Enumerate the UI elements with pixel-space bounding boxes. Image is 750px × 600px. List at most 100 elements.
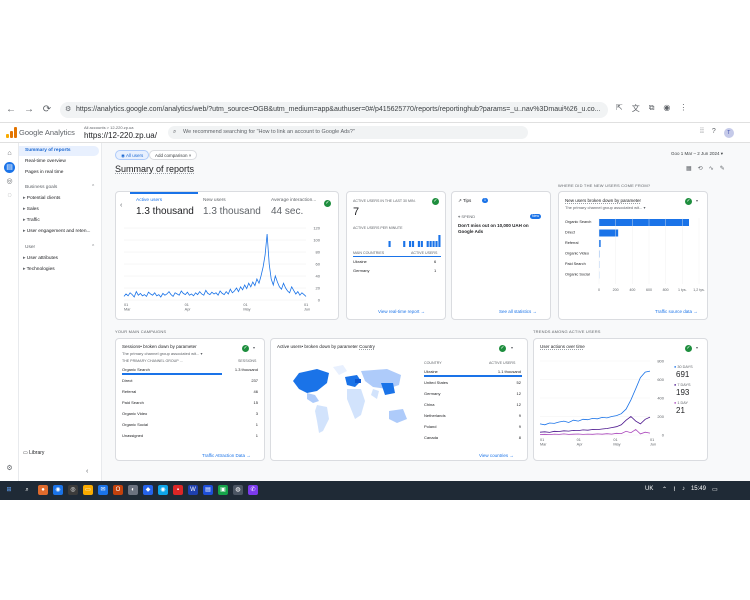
account-breadcrumb[interactable]: All accounts > 12-220.zp.ua [84, 125, 133, 130]
sidebar-item-pages-realtime[interactable]: Pages in real time [19, 168, 99, 178]
collapse-icon[interactable]: ‹ [86, 468, 88, 475]
all-users-chip[interactable]: ◉ All users [115, 150, 150, 160]
see-all-statistics-link[interactable]: See all statistics → [499, 309, 537, 314]
network-icon[interactable]: ⌇ [673, 486, 676, 493]
volume-icon[interactable]: ♪ [682, 486, 685, 493]
x-tick-month: Apr [577, 443, 584, 447]
sidebar-item-user-attributes[interactable]: User attributes [23, 254, 101, 264]
sidebar-item-library[interactable]: ▭ Library [23, 450, 44, 456]
menu-icon[interactable]: ⋮ [679, 103, 687, 114]
customize-icon[interactable]: ▦ [686, 165, 692, 172]
add-comparison-chip[interactable]: Add comparison × [149, 150, 198, 160]
chrome-active-icon[interactable]: ◉ [158, 485, 168, 495]
y-tick-label: 600 [657, 377, 664, 382]
reports-icon[interactable]: ▤ [4, 162, 15, 173]
app-icon[interactable]: ▣ [218, 485, 228, 495]
prev-arrow-icon[interactable]: ‹ [120, 202, 122, 209]
new-users-subtitle[interactable]: The primary channel group associated wit… [565, 205, 646, 210]
campaign-value-cell: 1.3 thousand [234, 367, 258, 372]
apps-icon[interactable]: ⁞⁞ [700, 128, 704, 138]
close-icon: × [188, 153, 192, 158]
help-icon[interactable]: ? [712, 128, 716, 138]
translate-icon[interactable]: 文 [632, 103, 640, 114]
metric-label-active-users[interactable]: Active users [136, 198, 162, 203]
sidebar-section-user[interactable]: User ⌃ [25, 243, 99, 253]
windows-start-icon[interactable]: ⊞ [4, 485, 14, 495]
sidebar-item-potential-clients[interactable]: Potential clients [23, 194, 101, 204]
reload-icon[interactable]: ⟳ [40, 103, 54, 117]
firefox-icon[interactable]: ● [38, 485, 48, 495]
insights-icon[interactable]: ∿ [709, 165, 714, 172]
sidebar-section-business-goals[interactable]: Business goals ⌃ [25, 183, 99, 193]
x-tick-month: May [613, 443, 620, 447]
chrome-icon[interactable]: ◉ [53, 485, 63, 495]
minute-bar [432, 241, 435, 247]
app-icon[interactable]: ◆ [143, 485, 153, 495]
chevron-down-icon[interactable]: ▾ [253, 345, 255, 350]
avatar[interactable]: T [723, 128, 734, 138]
campaign-name-cell: Direct [122, 378, 133, 383]
site-info-icon[interactable]: ⚙ [65, 102, 71, 118]
sidebar-item-traffic[interactable]: Traffic [23, 216, 101, 226]
opera-icon[interactable]: O [113, 485, 123, 495]
app-icon[interactable]: ◎ [68, 485, 78, 495]
col-country-header: COUNTRY [424, 361, 442, 365]
property-selector[interactable]: https://12-220.zp.ua/ [84, 131, 157, 140]
address-bar[interactable]: ⚙ https://analytics.google.com/analytics… [60, 102, 608, 118]
chevron-up-icon: ⌃ [90, 245, 95, 250]
sidebar-item-summary[interactable]: Summary of reports [19, 146, 99, 156]
sidebar-item-user-engagement[interactable]: User engagement and reten... [23, 227, 101, 237]
install-icon[interactable]: ⇱ [616, 103, 623, 114]
chevron-down-icon[interactable]: ▾ [696, 198, 698, 203]
settings-icon[interactable]: ⚙ [4, 463, 15, 474]
minute-bar [388, 241, 391, 247]
home-icon[interactable]: ⌂ [4, 148, 15, 159]
x-tick-month: Mar [540, 443, 547, 447]
profile-icon[interactable]: ◉ [663, 103, 670, 114]
forward-icon[interactable]: → [22, 103, 36, 117]
explore-icon[interactable]: ◎ [4, 176, 15, 187]
metric-value-new-users: 1.3 thousand [203, 206, 261, 217]
chevron-down-icon[interactable]: ▾ [511, 345, 513, 350]
notifications-icon[interactable]: ▭ [712, 486, 718, 493]
metric-label-avg-interaction[interactable]: Average interaction... [271, 198, 316, 203]
view-countries-link[interactable]: View countries → [479, 453, 514, 458]
traffic-attraction-link[interactable]: Traffic Attraction Data → [202, 453, 251, 458]
advertising-icon[interactable]: ◌ [4, 190, 15, 201]
extensions-icon[interactable]: ⧉ [649, 103, 655, 114]
app-icon[interactable]: ▪ [173, 485, 183, 495]
sidebar-item-realtime-overview[interactable]: Real-time overview [19, 157, 99, 167]
back-icon[interactable]: ← [4, 103, 18, 117]
search-input[interactable]: ⌕ We recommend searching for "How to lin… [168, 126, 528, 139]
date-range-picker[interactable]: Goo 1 Mar – 2 Jun 2024 ▾ [671, 151, 723, 157]
campaigns-subtitle[interactable]: The primary channel group associated wit… [122, 351, 203, 356]
col-sessions-header: SESSIONS [238, 359, 257, 363]
app-icon[interactable]: ◍ [233, 485, 243, 495]
tray-up-icon[interactable]: ⌃ [662, 486, 667, 493]
param-selector[interactable]: Country [359, 344, 375, 349]
app-icon[interactable]: ▤ [203, 485, 213, 495]
app-icon[interactable]: ◐ [128, 485, 138, 495]
language-indicator[interactable]: UK [645, 486, 653, 492]
col-users-header: ACTIVE USERS [489, 361, 516, 365]
countries-title: Active users• broken down by parameter C… [277, 344, 375, 349]
viber-icon[interactable]: ✆ [248, 485, 258, 495]
clock[interactable]: 15:49 [691, 486, 706, 493]
folder-icon[interactable]: ▭ [83, 485, 93, 495]
realtime-value: 7 [353, 206, 360, 218]
share-icon[interactable]: ⟲ [698, 165, 703, 172]
edit-icon[interactable]: ✎ [720, 165, 725, 172]
x-tick-day: 01 [185, 303, 189, 307]
search-placeholder: We recommend searching for "How to link … [183, 129, 355, 135]
chevron-down-icon[interactable]: ▾ [696, 345, 698, 350]
browser-actions: ⇱ 文 ⧉ ◉ ⋮ [616, 103, 687, 114]
sidebar-item-technologies[interactable]: Technologies [23, 265, 101, 275]
search-icon[interactable]: ⌕ [22, 485, 32, 495]
traffic-source-link[interactable]: Traffic source data → [655, 309, 698, 314]
app-icon[interactable]: W [188, 485, 198, 495]
view-realtime-link[interactable]: View real-time report → [378, 309, 425, 314]
metric-label-new-users[interactable]: New users [203, 198, 226, 203]
mail-icon[interactable]: ✉ [98, 485, 108, 495]
users-cell: 1 [434, 268, 437, 273]
sidebar-item-sales[interactable]: Sales [23, 205, 101, 215]
